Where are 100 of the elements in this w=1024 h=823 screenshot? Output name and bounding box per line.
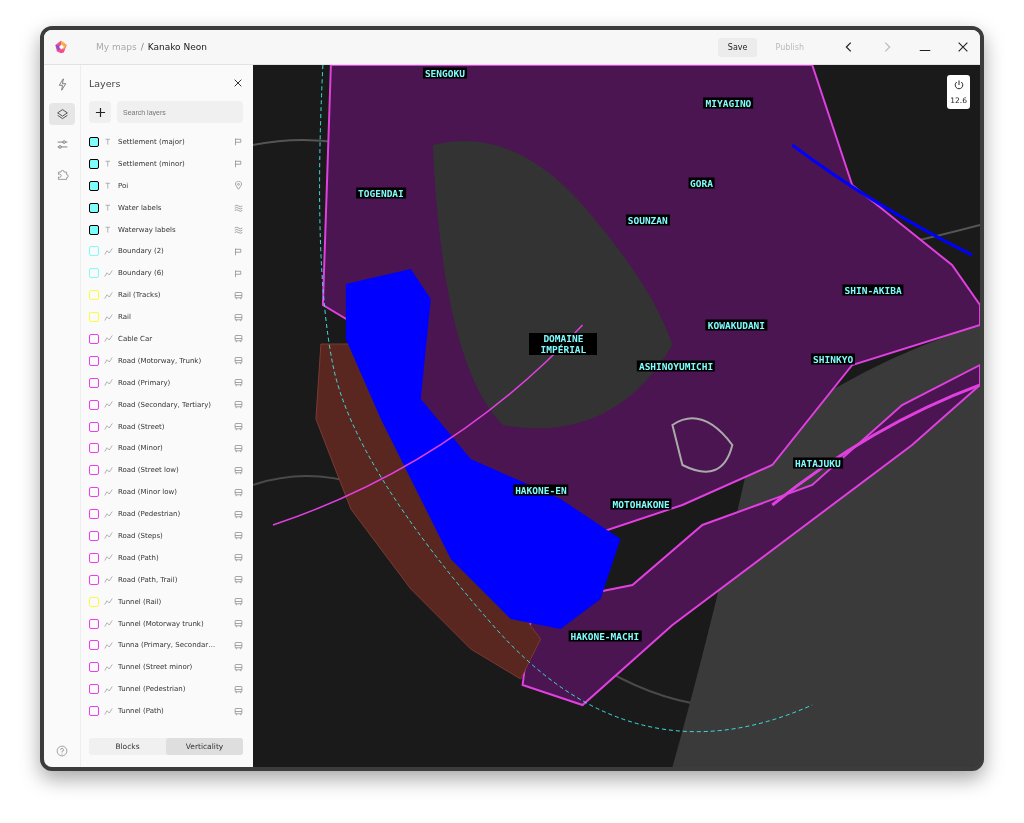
vehicle-icon — [234, 400, 243, 410]
color-swatch[interactable] — [89, 333, 99, 344]
line-type-icon — [104, 378, 113, 388]
place-label: HATAJUKU — [793, 457, 843, 469]
line-type-icon — [104, 268, 113, 278]
color-swatch[interactable] — [89, 180, 99, 191]
color-swatch[interactable] — [89, 706, 99, 717]
place-label: HAKONE-MACHI — [568, 630, 642, 642]
color-swatch[interactable] — [89, 574, 99, 585]
line-type-icon — [104, 619, 113, 629]
vehicle-icon — [234, 640, 243, 650]
line-type-icon — [104, 290, 113, 300]
place-label: TOGENDAI — [356, 187, 406, 199]
line-type-icon — [104, 487, 113, 497]
close-icon[interactable] — [956, 40, 970, 54]
line-type-icon — [104, 662, 113, 672]
line-type-icon — [104, 575, 113, 585]
color-swatch[interactable] — [89, 202, 99, 213]
color-swatch[interactable] — [89, 552, 99, 563]
line-type-icon — [104, 706, 113, 716]
color-swatch[interactable] — [89, 530, 99, 541]
color-swatch[interactable] — [89, 355, 99, 366]
flag-icon — [234, 137, 243, 147]
place-label: KOWAKUDANI — [705, 319, 768, 331]
vehicle-icon — [234, 619, 243, 629]
line-type-icon — [104, 640, 113, 650]
help-icon[interactable] — [56, 745, 68, 757]
vehicle-icon — [234, 290, 243, 300]
line-type-icon — [104, 443, 113, 453]
vehicle-icon — [234, 334, 243, 344]
color-swatch[interactable] — [89, 136, 99, 147]
vehicle-icon — [234, 597, 243, 607]
text-type-icon — [104, 225, 113, 234]
vehicle-icon — [234, 422, 243, 431]
flag-icon — [234, 159, 243, 169]
vehicle-icon — [234, 378, 243, 388]
map-title: Kanako Neon — [147, 42, 207, 52]
save-button[interactable]: Save — [717, 37, 758, 57]
vehicle-icon — [234, 706, 243, 716]
vehicle-icon — [234, 575, 243, 585]
color-swatch[interactable] — [89, 377, 99, 388]
vehicle-icon — [234, 312, 243, 322]
vehicle-icon — [234, 684, 243, 694]
line-type-icon — [104, 553, 113, 563]
color-swatch[interactable] — [89, 684, 99, 695]
line-type-icon — [104, 334, 113, 344]
breadcrumb-separator: / — [140, 42, 144, 52]
bolt-icon — [55, 77, 69, 91]
color-swatch[interactable] — [89, 224, 99, 235]
vehicle-icon — [234, 531, 243, 541]
waves-icon — [234, 203, 243, 213]
color-swatch[interactable] — [89, 443, 99, 454]
place-label: MOTOHAKONE — [610, 498, 672, 510]
color-swatch[interactable] — [89, 618, 99, 629]
line-type-icon — [104, 509, 113, 519]
color-swatch[interactable] — [89, 509, 99, 520]
line-type-icon — [104, 531, 113, 541]
text-type-icon — [104, 137, 113, 147]
vehicle-icon — [234, 553, 243, 563]
app-logo-icon — [54, 40, 68, 54]
color-swatch[interactable] — [89, 465, 99, 476]
plus-icon — [94, 106, 106, 118]
color-swatch[interactable] — [89, 399, 99, 410]
place-label: DOMAINE IMPÉRIAL — [529, 332, 598, 355]
layers-icon — [55, 107, 69, 121]
vehicle-icon — [234, 487, 243, 497]
place-label: ASHINOYUMICHI — [636, 360, 716, 372]
sidebar-tab[interactable] — [49, 103, 75, 125]
sliders-icon — [55, 137, 69, 151]
text-type-icon — [104, 203, 113, 213]
color-swatch[interactable] — [89, 487, 99, 498]
panel-title: Layers — [89, 77, 121, 89]
line-type-icon — [104, 422, 113, 431]
line-type-icon — [104, 684, 113, 694]
waves-icon — [234, 225, 243, 234]
power-icon[interactable] — [952, 79, 965, 91]
place-label: MIYAGINO — [703, 97, 754, 109]
puzzle-icon — [55, 167, 69, 181]
place-label: SENGOKU — [422, 67, 467, 79]
add-layer-button[interactable] — [89, 101, 111, 123]
line-type-icon — [104, 356, 113, 366]
line-type-icon — [104, 400, 113, 410]
vehicle-icon — [234, 356, 243, 366]
color-swatch[interactable] — [89, 662, 99, 673]
pin-icon — [234, 181, 243, 191]
place-label: SHINKYO — [811, 353, 856, 365]
line-type-icon — [104, 312, 113, 322]
line-type-icon — [104, 597, 113, 607]
color-swatch[interactable] — [89, 158, 99, 169]
color-swatch[interactable] — [89, 421, 99, 432]
close-icon[interactable] — [233, 78, 243, 88]
flag-icon — [234, 246, 243, 256]
place-label: SHIN-AKIBA — [842, 284, 904, 296]
vehicle-icon — [234, 443, 243, 453]
line-type-icon — [104, 465, 113, 475]
place-label: GORA — [688, 177, 715, 189]
text-type-icon — [104, 181, 113, 191]
flag-icon — [234, 268, 243, 278]
color-swatch[interactable] — [89, 640, 99, 651]
vehicle-icon — [234, 465, 243, 475]
